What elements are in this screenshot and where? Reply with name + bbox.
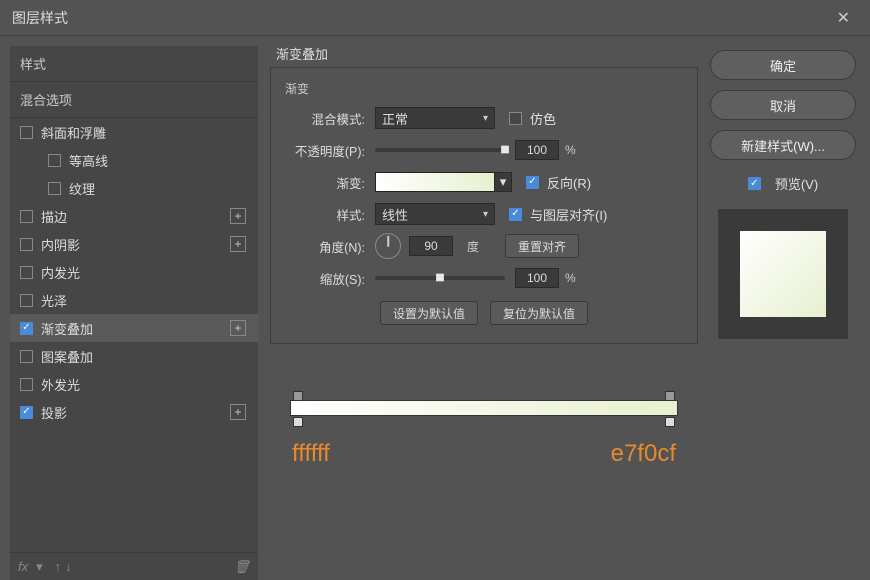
close-icon[interactable]: ✕ bbox=[829, 4, 858, 32]
gradient-label: 渐变: bbox=[285, 173, 375, 192]
angle-dial[interactable] bbox=[375, 233, 401, 259]
style-checkbox[interactable] bbox=[20, 266, 33, 279]
window-title: 图层样式 bbox=[12, 8, 68, 28]
opacity-pct: % bbox=[565, 143, 576, 157]
center-panel: 渐变叠加 渐变 混合模式: 正常▾ 仿色 不透明度(P): % bbox=[258, 36, 710, 580]
blend-mode-select[interactable]: 正常▾ bbox=[375, 107, 495, 129]
new-style-button[interactable]: 新建样式(W)... bbox=[710, 130, 856, 160]
chevron-down-icon: ▾ bbox=[483, 113, 488, 124]
reverse-checkbox[interactable] bbox=[526, 176, 539, 189]
style-item-7[interactable]: 渐变叠加+ bbox=[10, 314, 258, 342]
cancel-button[interactable]: 取消 bbox=[710, 90, 856, 120]
scale-label: 缩放(S): bbox=[285, 269, 375, 288]
trash-icon[interactable]: 🗑 bbox=[233, 559, 250, 575]
scale-input[interactable] bbox=[515, 268, 559, 288]
style-label: 等高线 bbox=[69, 151, 248, 170]
style-checkbox[interactable] bbox=[20, 210, 33, 223]
style-label: 投影 bbox=[41, 403, 230, 422]
styles-header[interactable]: 样式 bbox=[10, 46, 258, 82]
reset-align-button[interactable]: 重置对齐 bbox=[505, 234, 579, 258]
angle-label: 角度(N): bbox=[285, 237, 375, 256]
style-item-4[interactable]: 内阴影+ bbox=[10, 230, 258, 258]
style-item-5[interactable]: 内发光 bbox=[10, 258, 258, 286]
scale-pct: % bbox=[565, 271, 576, 285]
style-label: 内阴影 bbox=[41, 235, 230, 254]
opacity-label: 不透明度(P): bbox=[285, 141, 375, 160]
preview-label: 预览(V) bbox=[775, 174, 818, 193]
style-item-9[interactable]: 外发光 bbox=[10, 370, 258, 398]
style-item-0[interactable]: 斜面和浮雕 bbox=[10, 118, 258, 146]
style-checkbox[interactable] bbox=[20, 238, 33, 251]
arrow-down-icon[interactable]: ↓ bbox=[65, 559, 72, 574]
style-checkbox[interactable] bbox=[20, 378, 33, 391]
sub-title: 渐变 bbox=[285, 80, 683, 97]
chevron-down-icon: ▾ bbox=[500, 174, 507, 190]
plus-icon[interactable]: + bbox=[230, 404, 246, 420]
hex-right: e7f0cf bbox=[611, 440, 676, 468]
style-checkbox[interactable] bbox=[48, 154, 61, 167]
right-panel: 确定 取消 新建样式(W)... 预览(V) bbox=[710, 36, 870, 580]
styles-footer: fx▾ ↑ ↓ 🗑 bbox=[10, 552, 258, 580]
chevron-down-icon: ▾ bbox=[483, 209, 488, 220]
angle-input[interactable] bbox=[409, 236, 453, 256]
opacity-input[interactable] bbox=[515, 140, 559, 160]
style-label: 样式: bbox=[285, 205, 375, 224]
styles-list: 样式 混合选项 斜面和浮雕等高线纹理描边+内阴影+内发光光泽渐变叠加+图案叠加外… bbox=[10, 46, 258, 580]
style-label: 外发光 bbox=[41, 375, 248, 394]
main-content: 样式 混合选项 斜面和浮雕等高线纹理描边+内阴影+内发光光泽渐变叠加+图案叠加外… bbox=[0, 36, 870, 580]
style-label: 光泽 bbox=[41, 291, 248, 310]
gradient-bar[interactable] bbox=[290, 400, 678, 416]
color-stop-left[interactable] bbox=[293, 417, 303, 427]
titlebar: 图层样式 ✕ bbox=[0, 0, 870, 36]
hex-left: ffffff bbox=[292, 440, 330, 468]
style-label: 图案叠加 bbox=[41, 347, 248, 366]
reverse-label: 反向(R) bbox=[547, 173, 591, 192]
plus-icon[interactable]: + bbox=[230, 320, 246, 336]
style-item-6[interactable]: 光泽 bbox=[10, 286, 258, 314]
style-label: 内发光 bbox=[41, 263, 248, 282]
style-label: 纹理 bbox=[69, 179, 248, 198]
style-checkbox[interactable] bbox=[20, 350, 33, 363]
blend-mode-label: 混合模式: bbox=[285, 109, 375, 128]
set-default-button[interactable]: 设置为默认值 bbox=[380, 301, 478, 325]
style-checkbox[interactable] bbox=[20, 322, 33, 335]
style-checkbox[interactable] bbox=[20, 126, 33, 139]
style-label: 描边 bbox=[41, 207, 230, 226]
plus-icon[interactable]: + bbox=[230, 236, 246, 252]
style-select[interactable]: 线性▾ bbox=[375, 203, 495, 225]
style-label: 斜面和浮雕 bbox=[41, 123, 248, 142]
align-label: 与图层对齐(I) bbox=[530, 205, 607, 224]
angle-unit: 度 bbox=[467, 238, 479, 255]
fx-label[interactable]: fx bbox=[18, 559, 28, 574]
dither-label: 仿色 bbox=[530, 109, 556, 128]
section-title: 渐变叠加 bbox=[276, 44, 698, 63]
style-item-10[interactable]: 投影+ bbox=[10, 398, 258, 426]
blending-options[interactable]: 混合选项 bbox=[10, 82, 258, 118]
gradient-editor: ffffff e7f0cf bbox=[270, 394, 698, 468]
scale-slider[interactable] bbox=[375, 276, 505, 280]
plus-icon[interactable]: + bbox=[230, 208, 246, 224]
gradient-dropdown[interactable]: ▾ bbox=[494, 172, 512, 192]
style-item-3[interactable]: 描边+ bbox=[10, 202, 258, 230]
style-item-8[interactable]: 图案叠加 bbox=[10, 342, 258, 370]
preview-swatch bbox=[740, 231, 826, 317]
style-checkbox[interactable] bbox=[48, 182, 61, 195]
arrow-up-icon[interactable]: ↑ bbox=[55, 559, 62, 574]
align-checkbox[interactable] bbox=[509, 208, 522, 221]
dither-checkbox[interactable] bbox=[509, 112, 522, 125]
style-item-2[interactable]: 纹理 bbox=[10, 174, 258, 202]
preview-box bbox=[718, 209, 848, 339]
ok-button[interactable]: 确定 bbox=[710, 50, 856, 80]
gradient-preview[interactable] bbox=[375, 172, 495, 192]
reset-default-button[interactable]: 复位为默认值 bbox=[490, 301, 588, 325]
gradient-overlay-panel: 渐变 混合模式: 正常▾ 仿色 不透明度(P): % bbox=[270, 67, 698, 344]
styles-sidebar: 样式 混合选项 斜面和浮雕等高线纹理描边+内阴影+内发光光泽渐变叠加+图案叠加外… bbox=[0, 36, 258, 580]
style-label: 渐变叠加 bbox=[41, 319, 230, 338]
style-item-1[interactable]: 等高线 bbox=[10, 146, 258, 174]
preview-checkbox[interactable] bbox=[748, 177, 761, 190]
opacity-slider[interactable] bbox=[375, 148, 505, 152]
style-checkbox[interactable] bbox=[20, 406, 33, 419]
style-checkbox[interactable] bbox=[20, 294, 33, 307]
color-stop-right[interactable] bbox=[665, 417, 675, 427]
